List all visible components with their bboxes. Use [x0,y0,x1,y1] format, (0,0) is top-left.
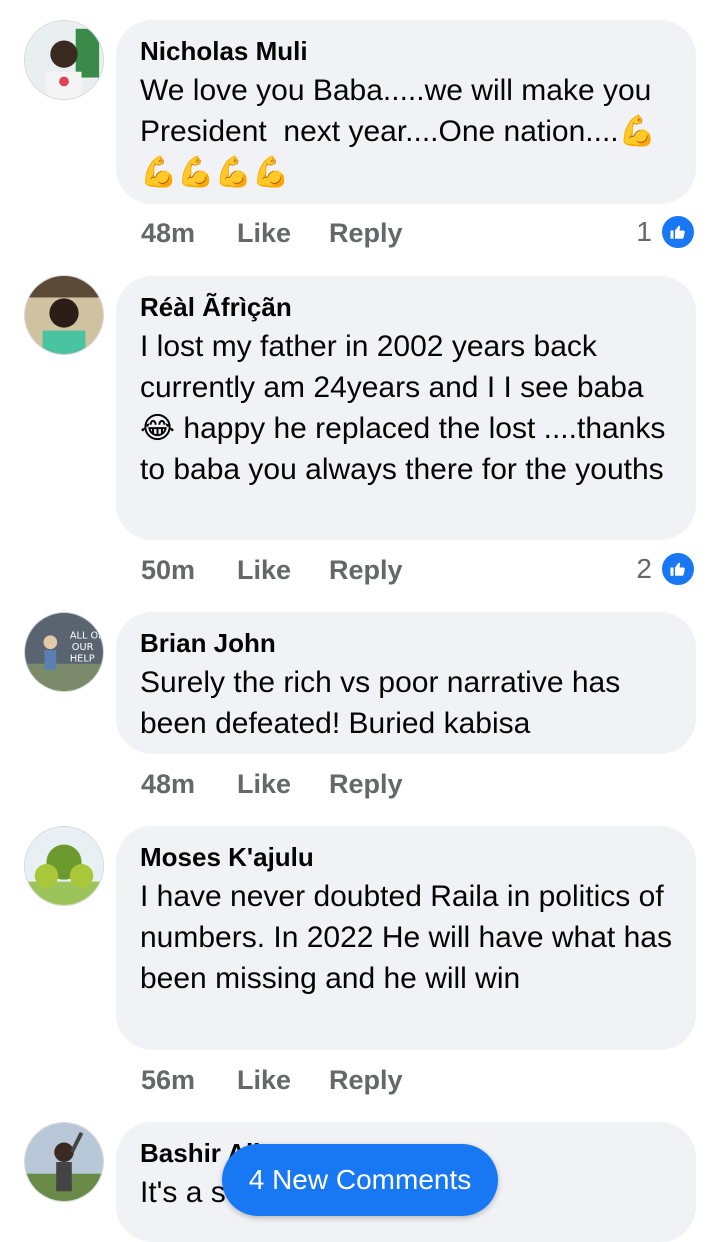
like-button[interactable]: Like [237,555,329,586]
comment-actions: 48m Like Reply [141,764,403,804]
like-button[interactable]: Like [237,218,329,249]
comment-time[interactable]: 50m [141,555,237,586]
thumbs-up-icon [660,214,696,250]
comment-actions: 50m Like Reply [141,550,403,590]
reply-button[interactable]: Reply [329,218,403,249]
avatar[interactable] [24,20,104,100]
reaction-count[interactable]: 2 [636,549,696,589]
comment-author[interactable]: Réàl Ãfrìçãn [140,292,672,322]
comment-time[interactable]: 48m [141,218,237,249]
like-button[interactable]: Like [237,1065,329,1096]
svg-text:HELP: HELP [70,654,95,665]
svg-text:OUR: OUR [72,642,94,653]
comment-actions: 48m Like Reply [141,213,403,253]
avatar[interactable] [24,275,104,355]
new-comments-button[interactable]: 4 New Comments [222,1144,498,1216]
avatar[interactable] [24,826,104,906]
comment-time[interactable]: 56m [141,1065,237,1096]
comment-actions: 56m Like Reply [141,1060,403,1100]
reaction-number: 1 [636,216,652,247]
comment-text: Surely the rich vs poor narrative has be… [140,666,629,740]
avatar[interactable] [24,1122,104,1202]
like-button[interactable]: Like [237,769,329,800]
reaction-count[interactable]: 1 [636,212,696,252]
comment-bubble: Réàl Ãfrìçãn I lost my father in 2002 ye… [116,276,696,540]
comment-text: We love you Baba.....we will make you Pr… [140,74,660,189]
reply-button[interactable]: Reply [329,769,403,800]
comment-author[interactable]: Moses K'ajulu [140,842,672,872]
svg-text:ALL OF: ALL OF [70,630,103,641]
comment-bubble: Nicholas Muli We love you Baba.....we wi… [116,20,696,204]
reply-button[interactable]: Reply [329,555,403,586]
reaction-number: 2 [636,553,652,584]
comment-text: I have never doubted Raila in politics o… [140,880,681,995]
comment-bubble: Brian John Surely the rich vs poor narra… [116,612,696,754]
avatar[interactable]: ALL OF OUR HELP [24,612,104,692]
comment-text: I lost my father in 2002 years back curr… [140,330,674,486]
comment-author[interactable]: Brian John [140,628,672,658]
thumbs-up-icon [660,551,696,587]
comment-bubble: Moses K'ajulu I have never doubted Raila… [116,826,696,1050]
comment-time[interactable]: 48m [141,769,237,800]
reply-button[interactable]: Reply [329,1065,403,1096]
comment-author[interactable]: Nicholas Muli [140,36,672,66]
